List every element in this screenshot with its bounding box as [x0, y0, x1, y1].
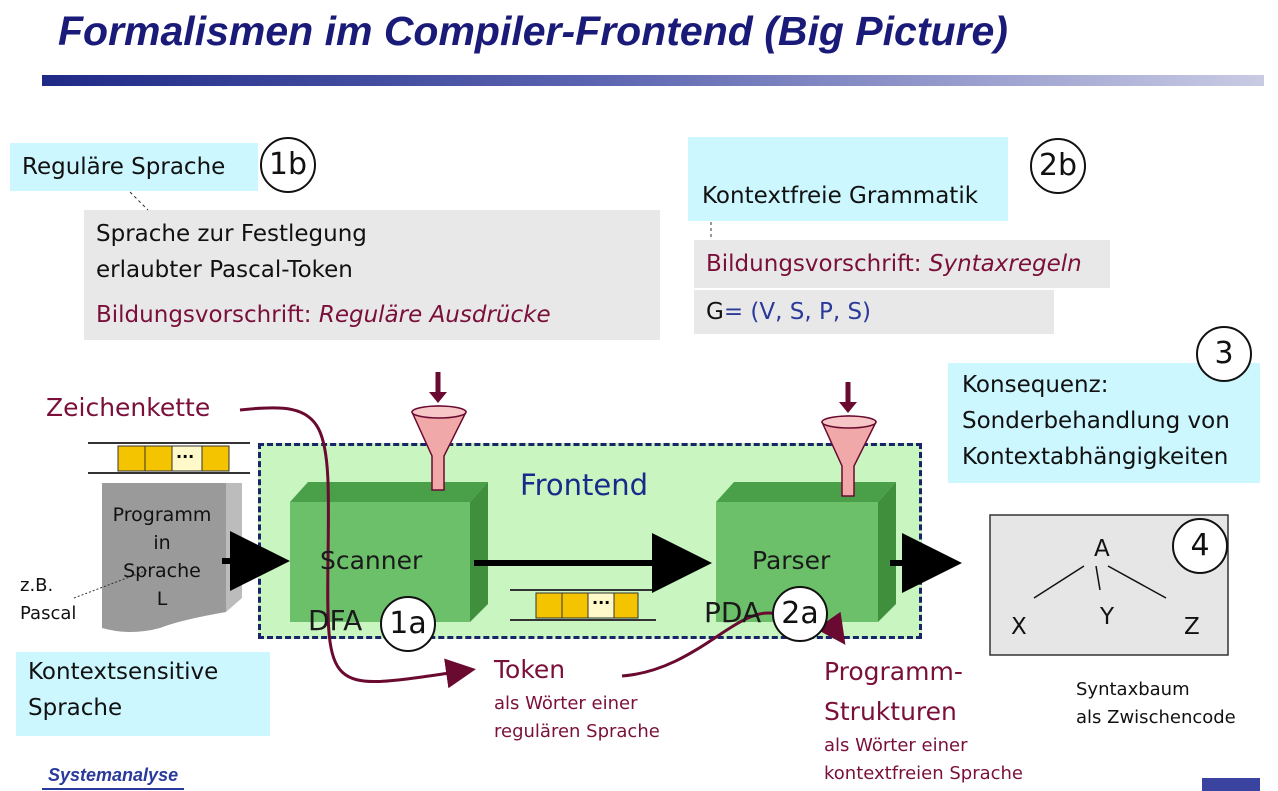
- context-sensitive-line-2: Sprache: [28, 695, 123, 721]
- scanner-label: Scanner: [320, 546, 423, 575]
- dfa-label: DFA: [308, 604, 363, 637]
- doc-line-2: in: [153, 532, 171, 554]
- token-tape: [510, 589, 656, 621]
- doc-line-4: L: [156, 588, 168, 610]
- corner-decoration: [1202, 778, 1260, 791]
- pda-label: PDA: [704, 596, 762, 629]
- tree-child-y: Y: [1100, 604, 1115, 630]
- token-label: Token: [494, 655, 566, 684]
- structures-label: Programm- Strukturen: [824, 652, 963, 732]
- tree-root: A: [1094, 536, 1110, 562]
- connector-1b: [129, 191, 149, 211]
- example-line-1: z.B.: [20, 575, 54, 596]
- example-line-2: Pascal: [20, 603, 77, 624]
- badge-1a: 1a: [380, 596, 436, 652]
- tape-ellipsis-in: ...: [176, 443, 195, 462]
- chars-label: Zeichenkette: [46, 393, 211, 422]
- doc-line-1: Programm: [112, 504, 212, 526]
- systemanalyse-logo: Systemanalyse: [42, 762, 185, 790]
- parser-label: Parser: [752, 546, 831, 575]
- tree-caption-1: Syntaxbaum: [1076, 679, 1190, 700]
- structures-label-2: Strukturen: [824, 697, 957, 726]
- tree-child-x: X: [1011, 614, 1027, 640]
- tree-caption: Syntaxbaum als Zwischencode: [1076, 676, 1236, 732]
- structures-description: als Wörter einer kontextfreien Sprache: [824, 732, 1023, 788]
- structures-label-1: Programm-: [824, 657, 963, 686]
- structures-desc-2: kontextfreien Sprache: [824, 763, 1024, 784]
- badge-4: 4: [1172, 518, 1228, 574]
- source-document-text: Programm in Sprache L: [104, 501, 220, 613]
- badge-2a: 2a: [772, 586, 828, 642]
- scanner-funnel: [411, 372, 468, 491]
- tree-caption-2: als Zwischencode: [1076, 707, 1236, 728]
- token-desc-1: als Wörter einer: [494, 693, 638, 714]
- tape-ellipsis-tokens: ...: [592, 589, 611, 608]
- context-sensitive-line-1: Kontextsensitive: [28, 659, 219, 685]
- example-label: z.B. Pascal: [20, 572, 76, 628]
- token-desc-2: regulären Sprache: [494, 721, 660, 742]
- token-description: als Wörter einer regulären Sprache: [494, 690, 660, 746]
- doc-line-3: Sprache: [123, 560, 201, 582]
- parser-funnel: [821, 382, 878, 497]
- input-tape: [88, 442, 250, 474]
- tree-child-z: Z: [1184, 614, 1200, 640]
- context-sensitive-box: Kontextsensitive Sprache: [16, 652, 270, 736]
- structures-desc-1: als Wörter einer: [824, 735, 968, 756]
